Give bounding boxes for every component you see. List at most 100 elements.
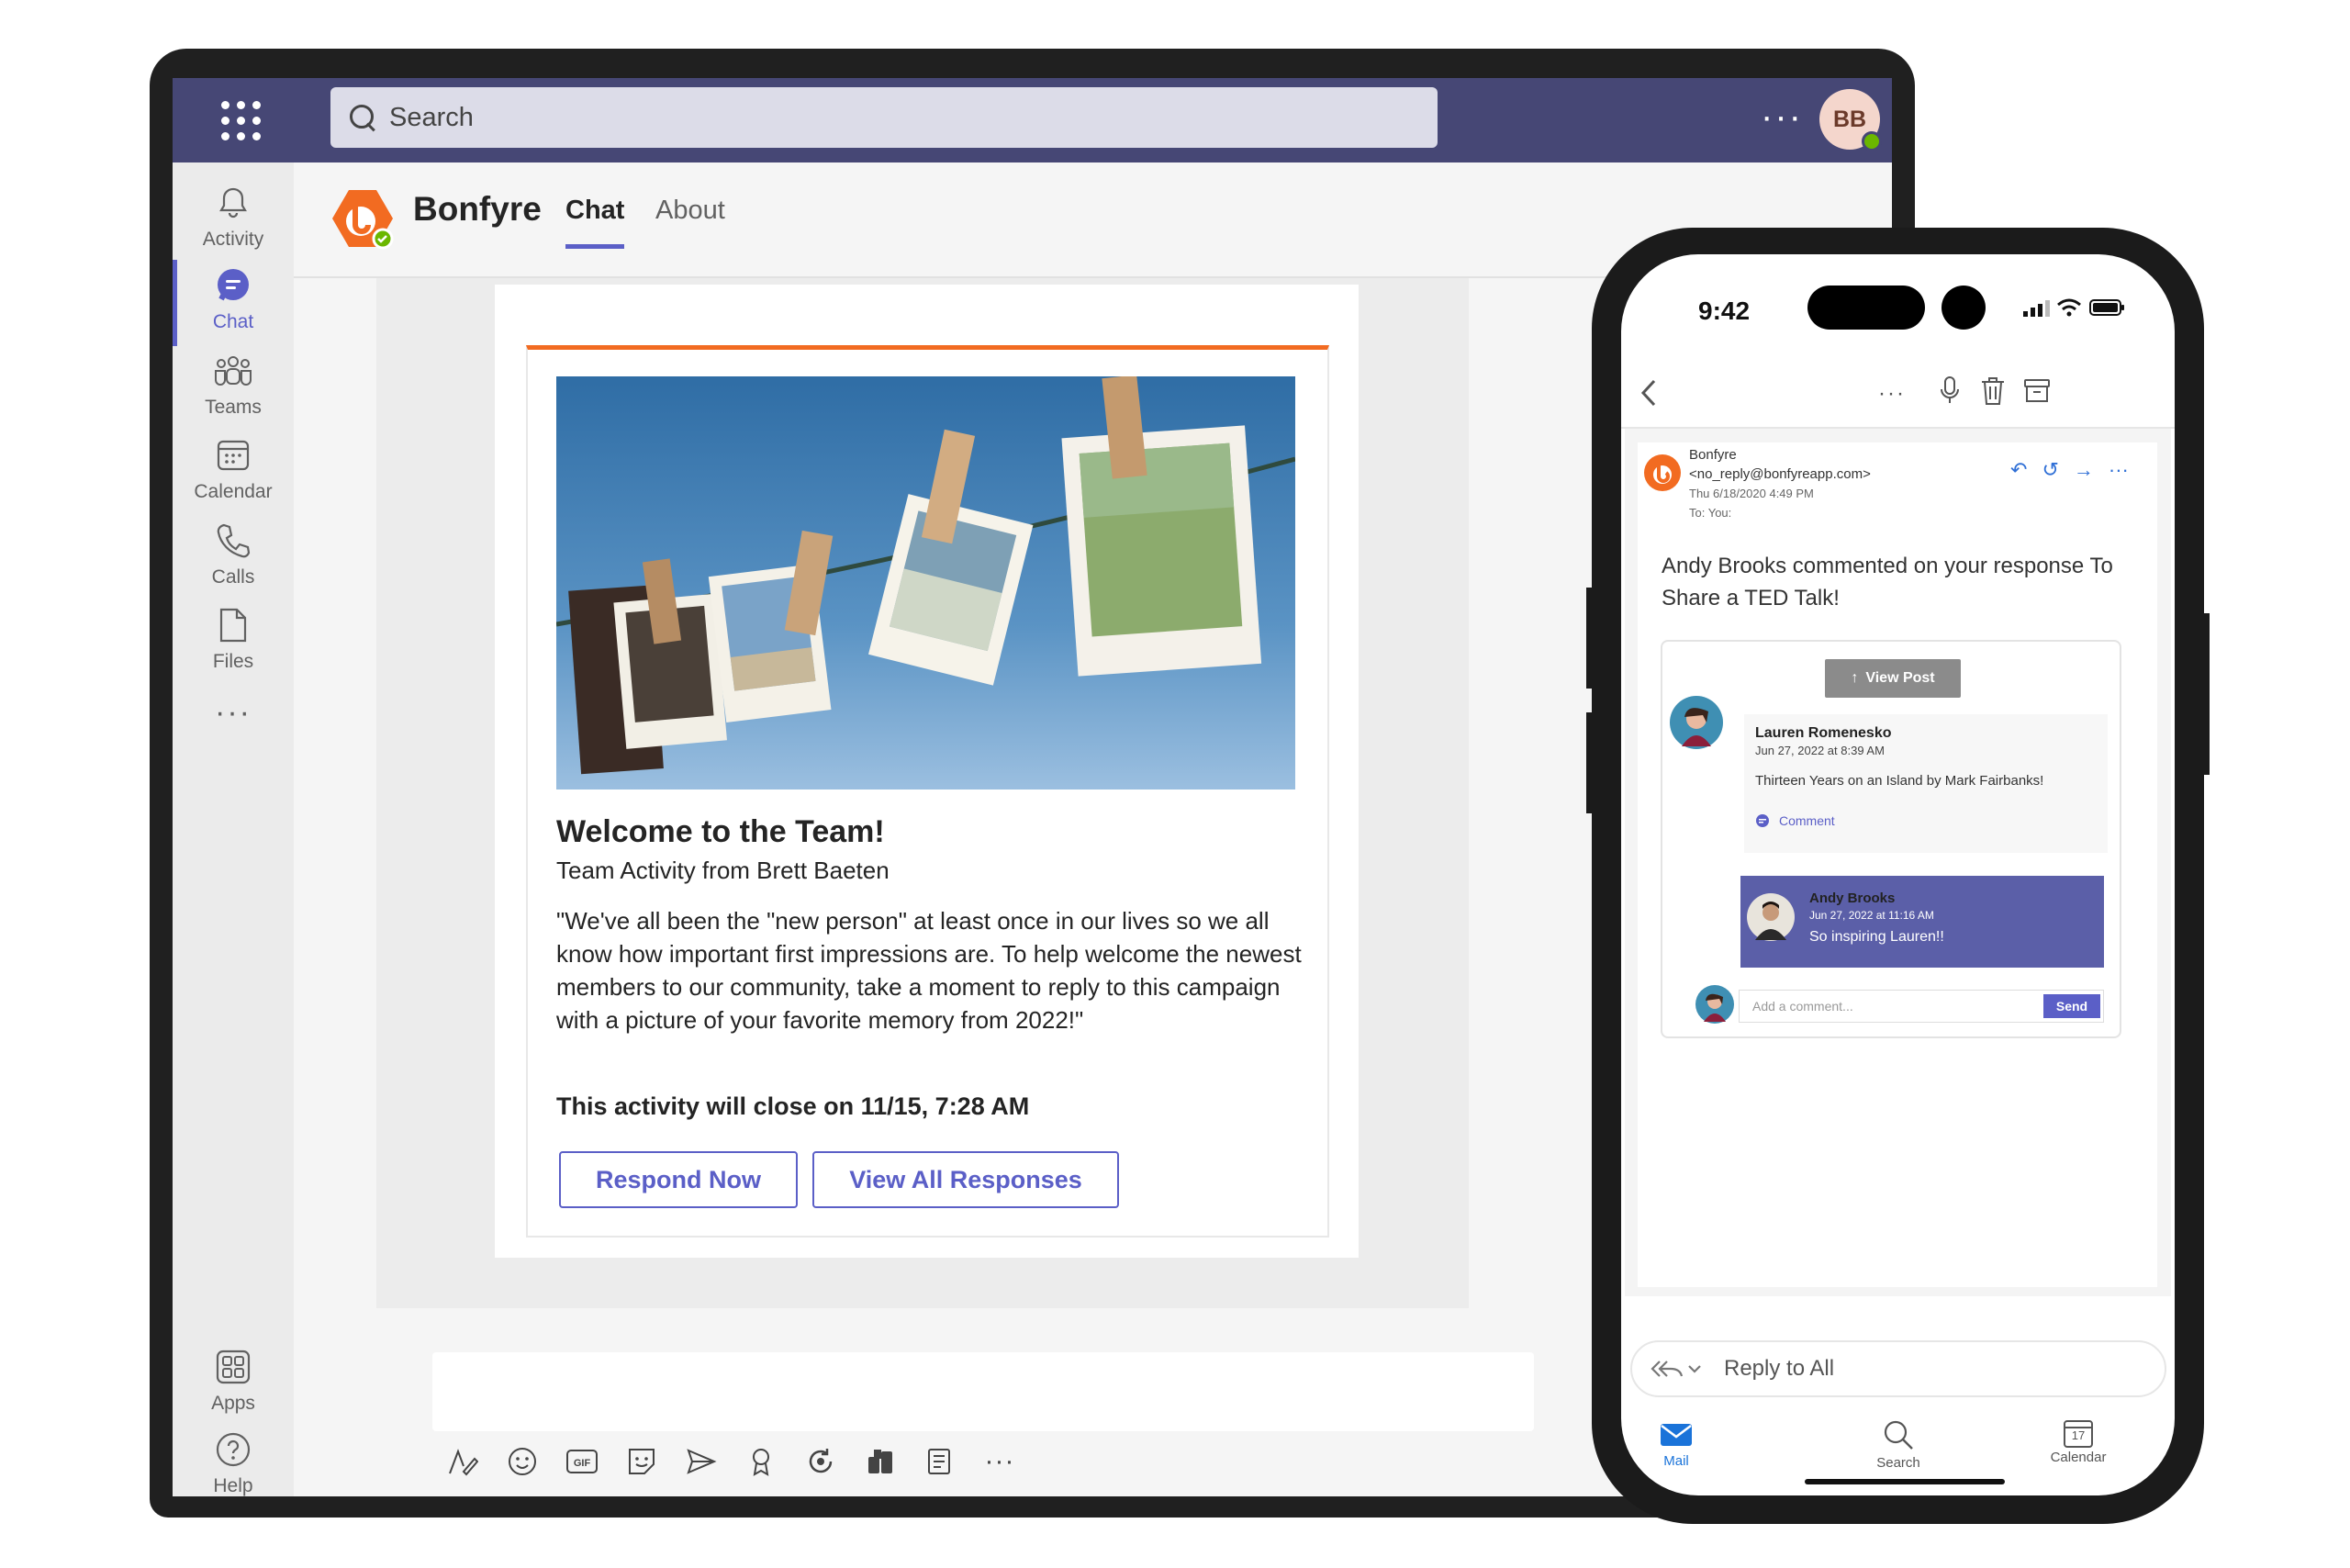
comment-author: Lauren Romenesko (1755, 725, 1892, 741)
rail-label: Apps (211, 1393, 255, 1414)
forward-icon[interactable]: → (2074, 458, 2094, 482)
mail-more-icon[interactable]: ··· (1878, 381, 1906, 407)
tab-mail[interactable]: Mail (1621, 1420, 1731, 1469)
card-photo (556, 376, 1295, 790)
more-icon[interactable]: ··· (981, 1443, 1018, 1480)
calendar-icon (213, 435, 253, 476)
front-camera (1942, 286, 1986, 330)
battery-icon (2089, 298, 2126, 321)
praise-icon[interactable] (743, 1443, 779, 1480)
arrow-up-icon: ↑ (1851, 670, 1859, 686)
tab-about[interactable]: About (655, 196, 725, 244)
reply-all-bar[interactable]: Reply to All (1630, 1340, 2166, 1397)
rail-item-calendar[interactable]: Calendar (173, 435, 294, 503)
send-button[interactable]: Send (2043, 994, 2100, 1018)
tab-label: Mail (1663, 1453, 1689, 1469)
rail-label: Help (213, 1475, 253, 1496)
back-chevron-icon[interactable] (1638, 377, 1660, 413)
rail-item-chat[interactable]: Chat (173, 260, 294, 346)
tab-label: Calendar (2050, 1450, 2107, 1465)
bell-icon (213, 183, 253, 223)
rail-item-help[interactable]: Help (173, 1429, 294, 1496)
rail-more-icon[interactable]: ··· (173, 695, 294, 731)
view-all-responses-button[interactable]: View All Responses (812, 1151, 1119, 1208)
my-avatar (1695, 984, 1735, 1029)
loop-icon[interactable] (802, 1443, 839, 1480)
presence-available-icon (1862, 131, 1882, 151)
comment-action[interactable]: Comment (1755, 813, 1835, 828)
microphone-icon[interactable] (1939, 375, 1961, 411)
send-later-icon[interactable] (683, 1443, 720, 1480)
trash-icon[interactable] (1979, 375, 2007, 411)
reply-all-icon[interactable]: ↺ (2042, 458, 2058, 482)
notes-icon[interactable] (922, 1443, 958, 1480)
rail-item-activity[interactable]: Activity (173, 183, 294, 251)
tab-label: Search (1876, 1455, 1920, 1471)
mail-headline: Andy Brooks commented on your response T… (1662, 554, 2113, 610)
search-icon (1843, 1418, 1953, 1455)
signal-icon (2023, 298, 2051, 321)
dynamic-island (1807, 286, 1925, 330)
phone-power-button (2202, 613, 2210, 775)
rail-item-files[interactable]: Files (173, 605, 294, 673)
approvals-icon[interactable] (862, 1443, 899, 1480)
sender-name: Bonfyre (1689, 447, 1737, 463)
phone-volume-up (1586, 588, 1594, 689)
sticker-icon[interactable] (623, 1443, 660, 1480)
reply-comment: Andy Brooks Jun 27, 2022 at 11:16 AM So … (1740, 876, 2104, 968)
phone-volume-down (1586, 712, 1594, 813)
tab-calendar[interactable]: 17 Calendar (2023, 1418, 2133, 1465)
user-avatar[interactable]: BB (1819, 89, 1882, 151)
comment-date: Jun 27, 2022 at 8:39 AM (1755, 744, 1885, 757)
view-post-button[interactable]: ↑ View Post (1825, 659, 1961, 698)
reply-author: Andy Brooks (1809, 890, 1896, 906)
calendar-day: 17 (2071, 1428, 2086, 1442)
rail-item-apps[interactable]: Apps (173, 1347, 294, 1415)
comment-icon (1756, 814, 1769, 827)
card-body: "We've all been the "new person" at leas… (556, 907, 1302, 1034)
mail-actions: ↶ ↺ → ··· (2010, 458, 2129, 482)
respond-now-button[interactable]: Respond Now (559, 1151, 798, 1208)
card-subtitle: Team Activity from Brett Baeten (556, 857, 890, 884)
rail-label: Calendar (194, 481, 273, 502)
rail-label: Calls (211, 566, 255, 588)
phone-icon (213, 521, 253, 561)
mail-icon (1621, 1420, 1731, 1453)
reply-icon[interactable]: ↶ (2010, 458, 2027, 482)
chat-icon (213, 265, 253, 306)
card-close-date: This activity will close on 11/15, 7:28 … (556, 1092, 1030, 1120)
card-title: Welcome to the Team! (556, 814, 885, 849)
mail-recipients: To: You: (1689, 506, 1732, 520)
bonfyre-avatar (1643, 454, 1682, 497)
app-rail: Activity Chat Teams Calendar Calls Files… (173, 162, 294, 1496)
comment-action-label: Comment (1779, 813, 1835, 828)
search-placeholder: Search (389, 102, 474, 132)
phone-tab-bar: Mail 17 Calendar Search (1621, 1406, 2175, 1479)
replier-avatar (1746, 892, 1796, 946)
home-indicator (1805, 1479, 2005, 1484)
tab-chat[interactable]: Chat (565, 196, 625, 249)
commenter-avatar (1669, 695, 1724, 755)
search-bar[interactable]: Search (330, 87, 1438, 148)
help-icon (213, 1429, 253, 1470)
more-actions-icon[interactable]: ··· (2109, 458, 2129, 482)
compose-toolbar: GIF ··· (444, 1440, 1018, 1483)
top-bar: Search ··· BB (173, 78, 1892, 162)
gif-icon[interactable]: GIF (564, 1443, 600, 1480)
tab-search[interactable]: Search (1843, 1418, 1953, 1471)
archive-icon[interactable] (2023, 377, 2051, 409)
search-icon (347, 102, 378, 133)
rail-item-calls[interactable]: Calls (173, 521, 294, 588)
rail-label: Files (212, 651, 254, 672)
more-options-icon[interactable]: ··· (1761, 98, 1803, 135)
mail-date: Thu 6/18/2020 4:49 PM (1689, 487, 1814, 500)
reply-date: Jun 27, 2022 at 11:16 AM (1809, 909, 1934, 922)
rail-item-teams[interactable]: Teams (173, 351, 294, 419)
phone-screen: 9:42 ··· Bonfyre <no_reply@bonfyreapp.co… (1621, 254, 2175, 1495)
calendar-icon: 17 (2063, 1418, 2094, 1450)
format-icon[interactable] (444, 1443, 481, 1480)
emoji-icon[interactable] (504, 1443, 541, 1480)
svg-text:GIF: GIF (574, 1458, 591, 1469)
compose-box[interactable] (432, 1352, 1534, 1431)
app-launcher-icon[interactable] (213, 93, 268, 148)
